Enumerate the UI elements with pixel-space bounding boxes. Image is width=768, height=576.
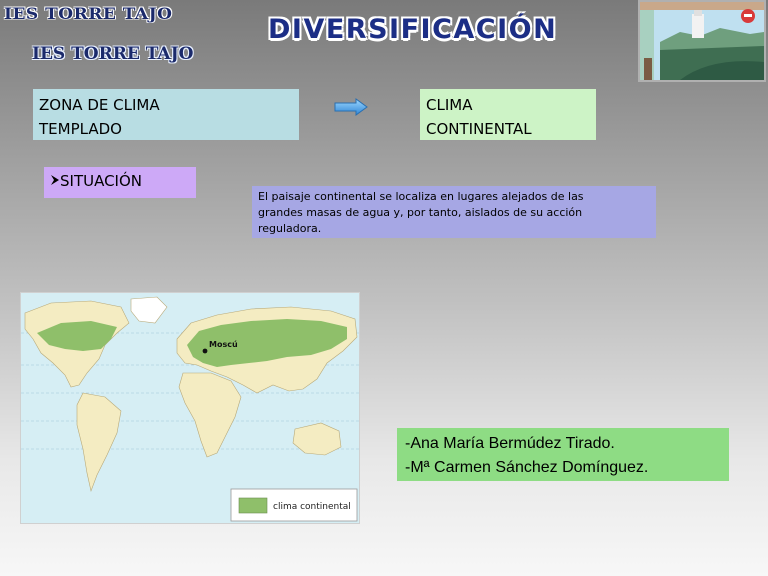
description-line-2: grandes masas de agua y, por tanto, aisl… xyxy=(258,206,583,219)
authors-box: -Ana María Bermúdez Tirado. -Mª Carmen S… xyxy=(397,428,729,481)
page-title: DIVERSIFICACIÓN xyxy=(268,14,558,45)
description-line-1: El paisaje continental se localiza en lu… xyxy=(258,190,584,203)
clima-line-1: CLIMA xyxy=(426,96,473,114)
zona-line-1: ZONA DE CLIMA xyxy=(39,96,160,114)
world-map-image: Moscú clima continental xyxy=(21,293,359,523)
clima-line-2: CONTINENTAL xyxy=(426,120,532,138)
zona-clima-box: ZONA DE CLIMA TEMPLADO xyxy=(33,89,299,140)
map-legend: clima continental xyxy=(230,488,358,522)
landscape-photo xyxy=(638,0,766,82)
school-logo-text: IES TORRE TAJO xyxy=(32,44,194,64)
landscape-photo-image xyxy=(640,2,764,80)
legend-swatch xyxy=(238,497,268,514)
author-2: -Mª Carmen Sánchez Domínguez. xyxy=(405,459,649,476)
author-1: -Ana María Bermúdez Tirado. xyxy=(405,435,615,452)
school-name-top: IES TORRE TAJO xyxy=(4,4,173,24)
zona-line-2: TEMPLADO xyxy=(39,120,122,138)
clima-continental-box: CLIMA CONTINENTAL xyxy=(420,89,596,140)
arrow-bullet-icon xyxy=(50,169,60,193)
legend-label: clima continental xyxy=(273,502,351,512)
situacion-box: SITUACIÓN xyxy=(44,167,196,198)
world-map: Moscú clima continental xyxy=(20,292,360,524)
moscow-marker xyxy=(202,348,208,354)
moscow-label: Moscú xyxy=(209,340,238,349)
description-box: El paisaje continental se localiza en lu… xyxy=(252,186,656,238)
situacion-label: SITUACIÓN xyxy=(60,172,143,190)
right-arrow-icon xyxy=(334,98,368,120)
description-line-3: reguladora. xyxy=(258,222,322,235)
